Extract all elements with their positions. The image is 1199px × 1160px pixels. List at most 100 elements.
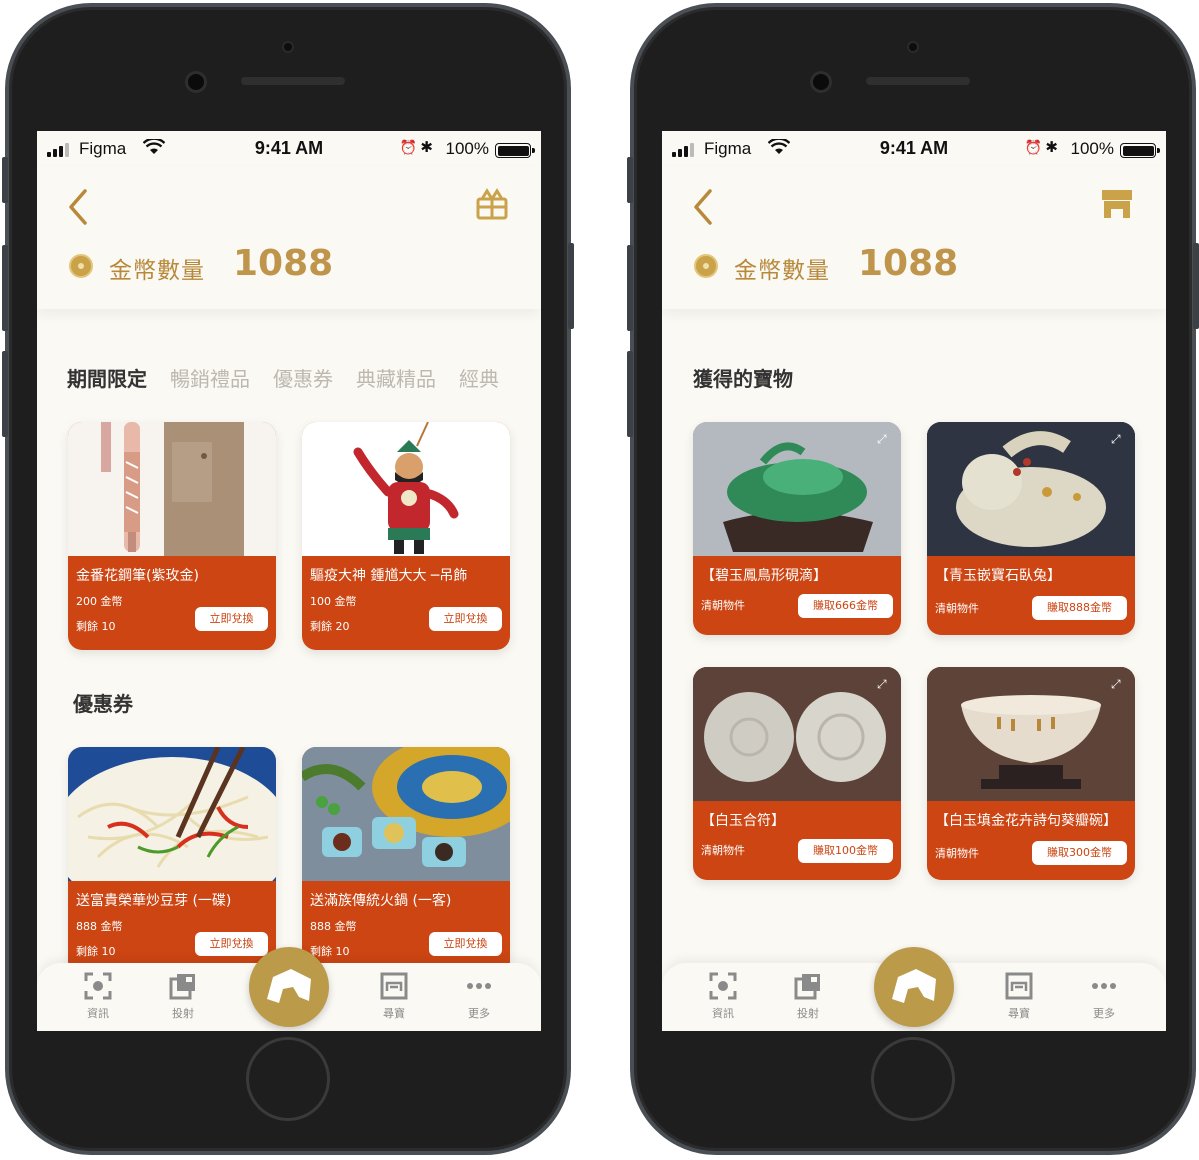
product-price: 888 金幣 [310,920,357,933]
product-image-pen [68,422,276,556]
earn-coins-button[interactable]: 賺取666金幣 [798,594,893,618]
back-arrow-icon[interactable] [63,187,93,227]
volume-down-button [2,351,8,437]
scan-icon [709,972,737,1000]
product-card[interactable]: 送富貴榮華炒豆芽 (一碟) 888 金幣 剩餘 10 立即兌換 [68,747,276,975]
earn-coins-button[interactable]: 賺取888金幣 [1032,596,1127,620]
tab-bestseller[interactable]: 暢銷禮品 [170,367,250,391]
screen-right: Figma 9:41 AM ⏰ ✱ 100% 金幣數量 1088 獲得的寶物 ⤢… [662,131,1166,1031]
product-name: 送滿族傳統火鍋 (一客) [310,893,452,909]
shop-icon[interactable] [1100,187,1134,221]
tab-more[interactable]: 更多 [1079,971,1129,1021]
tab-info[interactable]: 資訊 [73,971,123,1021]
product-price: 888 金幣 [76,920,123,933]
earpiece-speaker [241,77,345,85]
treasure-name: 【白玉合符】 [701,813,785,829]
expand-icon[interactable]: ⤢ [1111,432,1125,446]
treasure-card[interactable]: ⤢ 【白玉填金花卉詩句葵瓣碗】 清朝物件 賺取300金幣 [927,667,1135,880]
treasure-icon [1005,972,1033,1000]
tab-label: 投射 [797,1007,819,1020]
redeem-button[interactable]: 立即兌換 [429,932,502,956]
product-name: 送富貴榮華炒豆芽 (一碟) [76,893,232,909]
home-button[interactable] [246,1037,330,1121]
phone-frame-right: Figma 9:41 AM ⏰ ✱ 100% 金幣數量 1088 獲得的寶物 ⤢… [627,3,1199,1155]
treasure-image-jade-tally [693,667,901,801]
earn-coins-button[interactable]: 賺取100金幣 [798,839,893,863]
alarm-icon: ⏰ [399,139,417,155]
product-name: 驅疫大神 鍾馗大大 ─吊飾 [310,568,468,584]
front-camera [907,41,919,53]
tab-collection[interactable]: 典藏精品 [356,367,436,391]
coin-icon [694,254,718,278]
tab-label: 更多 [1093,1007,1115,1020]
treasure-era: 清朝物件 [701,599,745,612]
home-fab[interactable] [874,947,954,1027]
tab-coupons[interactable]: 優惠券 [273,367,333,391]
more-icon [467,983,491,989]
battery-percent: 100% [1070,139,1114,158]
tab-limited[interactable]: 期間限定 [67,367,147,391]
treasure-image-jade-bird [693,422,901,556]
bottom-tab-bar: 資訊 投射 尋寶 更多 [662,947,1166,1031]
expand-icon[interactable]: ⤢ [877,432,891,446]
battery-icon [1120,143,1160,158]
treasure-image-jade-bowl [927,667,1135,801]
coin-count: 1088 [233,243,334,284]
tab-more[interactable]: 更多 [454,971,504,1021]
alarm-icon: ⏰ [1024,139,1042,155]
product-card[interactable]: 驅疫大神 鍾馗大大 ─吊飾 100 金幣 剩餘 20 立即兌換 [302,422,510,650]
product-remaining: 剩餘 20 [310,620,350,633]
header: 金幣數量 1088 [662,167,1166,309]
earn-coins-button[interactable]: 賺取300金幣 [1032,841,1127,865]
status-bar: Figma 9:41 AM ⏰ ✱ 100% [662,131,1166,167]
tab-treasure[interactable]: 尋寶 [369,971,419,1021]
earpiece-speaker [866,77,970,85]
tab-info[interactable]: 資訊 [698,971,748,1021]
cast-icon [794,974,820,1000]
tab-label: 資訊 [712,1007,734,1020]
tab-treasure[interactable]: 尋寶 [994,971,1044,1021]
section-title-coupons: 優惠券 [73,692,133,716]
gift-box-icon[interactable] [475,187,509,221]
redeem-button[interactable]: 立即兌換 [429,607,502,631]
treasure-name: 【青玉嵌寶石臥兔】 [935,568,1061,584]
product-remaining: 剩餘 10 [76,945,116,958]
product-price: 200 金幣 [76,595,123,608]
power-button [568,243,574,329]
tab-cast[interactable]: 投射 [783,971,833,1021]
home-icon [892,969,936,1003]
status-bar: Figma 9:41 AM ⏰ ✱ 100% [37,131,541,167]
treasure-card[interactable]: ⤢ 【青玉嵌寶石臥兔】 清朝物件 賺取888金幣 [927,422,1135,635]
treasure-name: 【碧玉鳳鳥形硯滴】 [701,568,827,584]
tab-classic[interactable]: 經典 [459,367,499,391]
tab-label: 尋寶 [1008,1007,1030,1020]
treasure-era: 清朝物件 [701,844,745,857]
treasure-era: 清朝物件 [935,602,979,615]
mute-switch [2,157,8,203]
home-fab[interactable] [249,947,329,1027]
home-button[interactable] [871,1037,955,1121]
product-image-bean-sprouts [68,747,276,881]
product-card[interactable]: 送滿族傳統火鍋 (一客) 888 金幣 剩餘 10 立即兌換 [302,747,510,975]
tab-cast[interactable]: 投射 [158,971,208,1021]
bluetooth-icon: ✱ [420,139,433,156]
category-tabs: 期間限定 暢銷禮品 優惠券 典藏精品 經典 [67,363,522,392]
product-card[interactable]: 金番花鋼筆(紫玫金) 200 金幣 剩餘 10 立即兌換 [68,422,276,650]
expand-icon[interactable]: ⤢ [877,677,891,691]
product-price: 100 金幣 [310,595,357,608]
treasure-card[interactable]: ⤢ 【白玉合符】 清朝物件 賺取100金幣 [693,667,901,880]
redeem-button[interactable]: 立即兌換 [195,607,268,631]
tab-label: 資訊 [87,1007,109,1020]
volume-down-button [627,351,633,437]
volume-up-button [627,245,633,331]
treasure-name: 【白玉填金花卉詩句葵瓣碗】 [935,813,1117,829]
expand-icon[interactable]: ⤢ [1111,677,1125,691]
product-image-ornament [302,422,510,556]
front-camera [282,41,294,53]
back-arrow-icon[interactable] [688,187,718,227]
tab-label: 投射 [172,1007,194,1020]
product-name: 金番花鋼筆(紫玫金) [76,568,199,584]
treasure-card[interactable]: ⤢ 【碧玉鳳鳥形硯滴】 清朝物件 賺取666金幣 [693,422,901,635]
treasure-era: 清朝物件 [935,847,979,860]
section-title-treasures: 獲得的寶物 [693,367,793,391]
